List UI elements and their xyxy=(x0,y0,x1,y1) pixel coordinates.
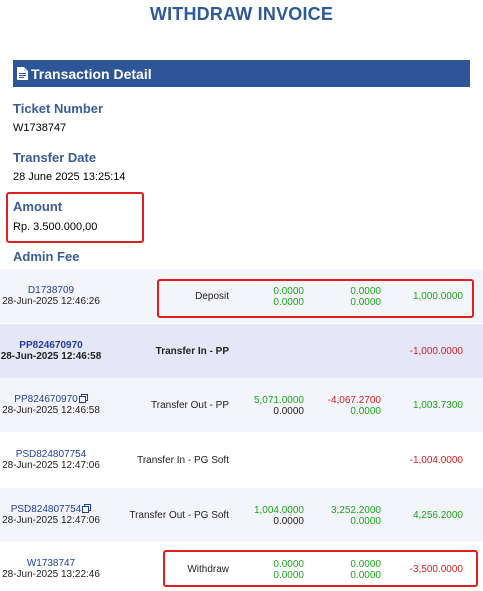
transaction-id[interactable]: PSD824807754 xyxy=(0,449,102,460)
section-header: Transaction Detail xyxy=(13,60,470,87)
copy-icon[interactable] xyxy=(78,394,88,403)
balance-value: 1,003.7300 xyxy=(412,400,463,411)
transaction-id-text[interactable]: PSD824807754 xyxy=(16,449,87,460)
transaction-type: Transfer Out - PG Soft xyxy=(129,510,229,521)
ticket-number-value: W1738747 xyxy=(13,122,67,134)
transaction-row: PSD824807754 28-Jun-2025 12:47:06 Transfer… xyxy=(0,488,483,542)
transfer-date-label: Transfer Date xyxy=(13,150,97,165)
transaction-id[interactable]: PP824670970 xyxy=(0,394,102,405)
admin-fee-label: Admin Fee xyxy=(13,249,80,264)
transaction-row: PP824670970 28-Jun-2025 12:46:58 Transfer … xyxy=(0,324,483,378)
invoice-title: WITHDRAW INVOICE xyxy=(149,4,334,24)
balance-value: 4,256.2000 xyxy=(412,510,463,521)
amount-b-bottom: 0.0000 xyxy=(350,516,381,527)
transaction-date: 28-Jun-2025 12:47:06 xyxy=(2,460,100,471)
transaction-row: PSD824807754 28-Jun-2025 12:47:06 Transfer… xyxy=(0,433,483,487)
amount-a-bottom: 0.0000 xyxy=(273,406,304,417)
transaction-type: Transfer Out - PP xyxy=(151,400,229,411)
transaction-id-text[interactable]: W1738747 xyxy=(27,558,75,569)
transaction-date: 28-Jun-2025 12:46:26 xyxy=(2,296,100,307)
section-title: Transaction Detail xyxy=(31,65,152,82)
transaction-id-text[interactable]: PP824670970 xyxy=(19,340,82,351)
deposit-highlight-box xyxy=(157,279,474,318)
amount-highlight-box xyxy=(6,192,144,243)
transaction-id-text[interactable]: D1738709 xyxy=(28,285,74,296)
transaction-id-text[interactable]: PSD824807754 xyxy=(11,504,82,515)
transaction-id[interactable]: PP824670970 xyxy=(0,340,102,351)
copy-icon[interactable] xyxy=(82,504,92,513)
amount-a-top: 5,071.0000 xyxy=(253,395,304,406)
transaction-type: Transfer In - PP xyxy=(155,346,229,357)
transaction-type: Transfer In - PG Soft xyxy=(137,455,229,466)
document-icon xyxy=(17,67,28,80)
transaction-id-text[interactable]: PP824670970 xyxy=(14,394,77,405)
transaction-id[interactable]: D1738709 xyxy=(0,285,102,296)
amount-a-top: 1,004.0000 xyxy=(253,505,304,516)
transaction-row: PP824670970 28-Jun-2025 12:46:58 Transfer … xyxy=(0,378,483,432)
amount-a-bottom: 0.0000 xyxy=(273,516,304,527)
amount-b-top: 3,252.2000 xyxy=(330,505,381,516)
transaction-date: 28-Jun-2025 12:47:06 xyxy=(2,515,100,526)
transaction-id[interactable]: W1738747 xyxy=(0,558,102,569)
transfer-date-value: 28 June 2025 13:25:14 xyxy=(13,171,126,183)
balance-value: -1,004.0000 xyxy=(409,455,463,466)
ticket-number-label: Ticket Number xyxy=(13,101,104,116)
amount-b-bottom: 0.0000 xyxy=(350,406,381,417)
balance-value: -1,000.0000 xyxy=(409,346,463,357)
transaction-date: 28-Jun-2025 12:46:58 xyxy=(2,405,100,416)
transaction-date: 28-Jun-2025 13:22:46 xyxy=(2,569,100,580)
transaction-id[interactable]: PSD824807754 xyxy=(0,504,102,515)
amount-b-top: -4,067.2700 xyxy=(327,395,381,406)
transaction-date: 28-Jun-2025 12:46:58 xyxy=(0,351,102,362)
withdraw-highlight-box xyxy=(163,550,478,587)
